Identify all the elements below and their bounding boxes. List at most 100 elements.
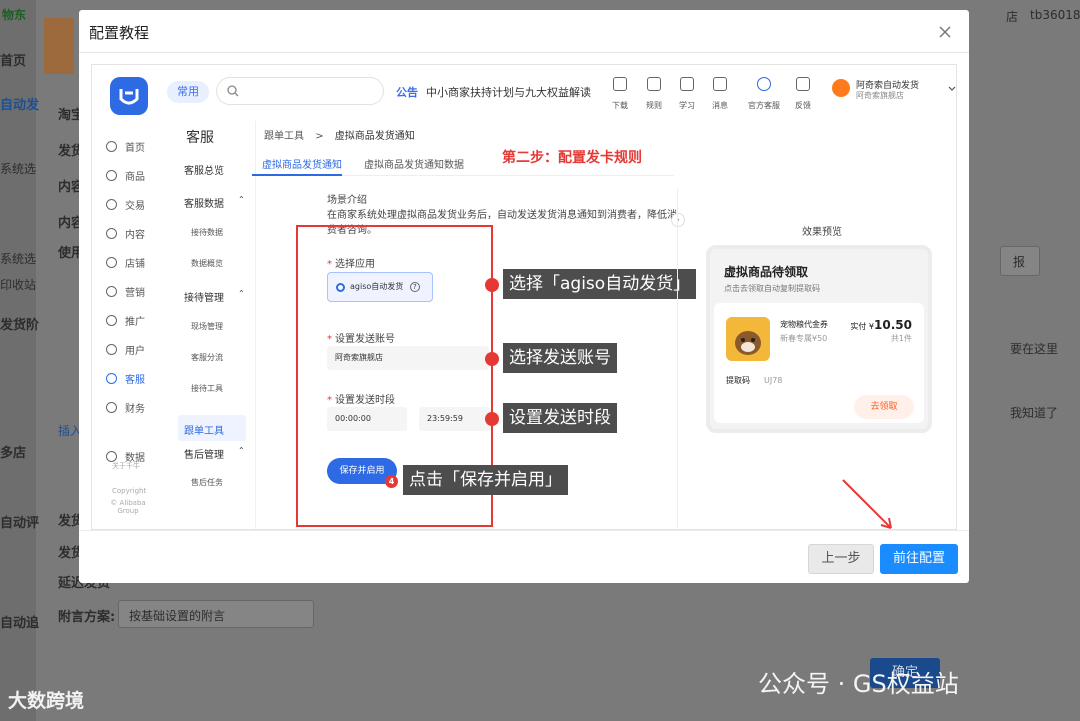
preview-card: 虚拟商品待领取 点击去领取自动复制提取码 宠物粮代金券 新春专属¥50 实付 ¥… bbox=[706, 245, 932, 433]
search-icon bbox=[227, 85, 239, 97]
support-label: 官方客服 bbox=[748, 101, 780, 110]
bg-right-text: 我知道了 bbox=[1010, 406, 1059, 420]
nav-promotion[interactable]: 推广 bbox=[106, 313, 145, 328]
search-input[interactable] bbox=[216, 77, 384, 105]
nav-trade[interactable]: 交易 bbox=[106, 197, 145, 212]
sub-item[interactable]: 数据概览 bbox=[191, 258, 223, 269]
download-icon bbox=[613, 77, 627, 91]
close-icon[interactable] bbox=[937, 24, 953, 40]
shop-avatar[interactable] bbox=[832, 79, 850, 97]
bg-attach-select-value: 按基础设置的附言 bbox=[129, 609, 226, 623]
code-label: 提取码 bbox=[726, 376, 750, 385]
sub-item[interactable]: 现场管理 bbox=[191, 321, 223, 332]
bg-attach-select: 按基础设置的附言 bbox=[118, 600, 314, 628]
annotation-dot bbox=[485, 412, 499, 426]
bg-left-item: 多店 bbox=[0, 446, 27, 461]
chevron-up-icon[interactable]: ⌃ bbox=[238, 195, 245, 204]
sub-item[interactable]: 接待工具 bbox=[191, 383, 223, 394]
bg-left-item: 自动追 bbox=[0, 616, 40, 631]
callout-save: 点击「保存并启用」 bbox=[403, 465, 568, 495]
sub-item[interactable]: 售后任务 bbox=[191, 477, 223, 488]
nav-user[interactable]: 用户 bbox=[106, 342, 145, 357]
chevron-up-icon[interactable]: ⌃ bbox=[238, 289, 245, 298]
annotation-dot bbox=[485, 352, 499, 366]
code-value: UJ78 bbox=[764, 376, 783, 385]
bg-left-item: 印收站 bbox=[0, 278, 37, 292]
bg-left-item: 自动发 bbox=[0, 98, 40, 113]
step-annotation: 第二步：配置发卡规则 bbox=[502, 150, 642, 166]
sub-item-active[interactable]: 跟单工具 bbox=[184, 422, 224, 437]
sub-group-aftersale[interactable]: 售后管理 bbox=[184, 446, 224, 461]
breadcrumb-root[interactable]: 跟单工具 bbox=[264, 131, 304, 142]
item-subtitle: 新春专属¥50 bbox=[780, 334, 828, 343]
bg-right-box: 报 bbox=[1000, 246, 1040, 276]
nav-goods[interactable]: 商品 bbox=[106, 168, 145, 183]
nav-customer-service[interactable]: 客服 bbox=[106, 371, 145, 386]
rules-button[interactable]: 规则 bbox=[639, 77, 669, 112]
bg-attach-label: 附言方案: bbox=[58, 610, 116, 625]
bg-right-text: 要在这里 bbox=[1010, 342, 1059, 356]
watermark-left: 大数跨境 bbox=[8, 690, 85, 712]
learn-button[interactable]: 学习 bbox=[672, 77, 702, 112]
nav-label: 营销 bbox=[125, 288, 145, 299]
feedback-button[interactable]: 反馈 bbox=[788, 77, 818, 112]
headset-icon bbox=[106, 373, 117, 384]
bg-left-item: 系统选 bbox=[0, 252, 37, 266]
tab-notice[interactable]: 虚拟商品发货通知 bbox=[262, 156, 342, 171]
bg-top-left: 物东 bbox=[2, 8, 27, 22]
tutorial-screenshot: 常用 公告 中小商家扶持计划与九大权益解读 下载 规则 学习 消息 官方客服 反… bbox=[91, 64, 957, 530]
chevron-up-icon[interactable]: ⌃ bbox=[238, 446, 245, 455]
nav-home[interactable]: 首页 bbox=[106, 139, 145, 154]
modal-title: 配置教程 bbox=[89, 24, 150, 42]
sub-item[interactable]: 客服分流 bbox=[191, 352, 223, 363]
config-tutorial-modal: 配置教程 常用 公告 中小商家扶持计划与九大权益解读 下载 规则 学习 消息 官… bbox=[79, 10, 969, 583]
watermark-right: 公众号 · GS权益站 bbox=[758, 670, 959, 698]
nav-label: 用户 bbox=[125, 346, 145, 357]
pet-image bbox=[726, 317, 770, 361]
frequent-tag[interactable]: 常用 bbox=[167, 81, 209, 103]
notice-text[interactable]: 中小商家扶持计划与九大权益解读 bbox=[426, 84, 591, 100]
about-link[interactable]: 关于千牛 bbox=[112, 461, 140, 471]
nav-store[interactable]: 店铺 bbox=[106, 255, 145, 270]
chevron-right-icon[interactable]: › bbox=[671, 213, 685, 227]
item-price: 实付 ¥10.50 bbox=[850, 318, 912, 332]
promotion-icon bbox=[106, 315, 117, 326]
claim-button[interactable]: 去领取 bbox=[854, 395, 914, 419]
bg-right-text: 报 bbox=[1013, 255, 1026, 269]
modal-header-divider bbox=[79, 52, 969, 53]
prev-step-button[interactable]: 上一步 bbox=[808, 544, 874, 574]
bg-top-right-user: tb360184 bbox=[1030, 8, 1080, 22]
card-subtitle: 点击去领取自动复制提取码 bbox=[724, 284, 820, 293]
card-title: 虚拟商品待领取 bbox=[724, 265, 809, 279]
nav-finance[interactable]: 财务 bbox=[106, 400, 145, 415]
sub-group-data[interactable]: 客服数据 bbox=[184, 195, 224, 210]
tab-active-underline bbox=[252, 174, 342, 176]
goods-icon bbox=[106, 170, 117, 181]
card-body: 宠物粮代金券 新春专属¥50 实付 ¥10.50 共1件 提取码 UJ78 去领取 bbox=[714, 303, 924, 423]
bg-left-item: 系统选 bbox=[0, 162, 37, 176]
message-button[interactable]: 消息 bbox=[705, 77, 735, 112]
sub-overview[interactable]: 客服总览 bbox=[184, 162, 224, 177]
nav-content[interactable]: 内容 bbox=[106, 226, 145, 241]
sub-group-reception[interactable]: 接待管理 bbox=[184, 289, 224, 304]
content-icon bbox=[106, 228, 117, 239]
download-label: 下载 bbox=[612, 101, 628, 110]
item-title: 宠物粮代金券 bbox=[780, 320, 828, 329]
nav-label: 店铺 bbox=[125, 259, 145, 270]
bg-left-item: 首页 bbox=[0, 54, 27, 69]
go-configure-button[interactable]: 前往配置 bbox=[880, 544, 958, 574]
rules-icon bbox=[647, 77, 661, 91]
download-button[interactable]: 下载 bbox=[605, 77, 635, 112]
sub-item[interactable]: 接待数据 bbox=[191, 227, 223, 238]
chevron-down-icon[interactable] bbox=[948, 85, 956, 93]
sub-heading: 客服 bbox=[186, 130, 214, 146]
tab-notice-data[interactable]: 虚拟商品发货通知数据 bbox=[364, 156, 464, 171]
support-button[interactable]: 官方客服 bbox=[744, 77, 784, 112]
price-prefix: 实付 ¥ bbox=[850, 322, 875, 331]
preview-divider bbox=[677, 189, 678, 529]
nav-marketing[interactable]: 营销 bbox=[106, 284, 145, 299]
code-row: 提取码 UJ78 bbox=[726, 375, 782, 386]
breadcrumb-separator: > bbox=[315, 131, 324, 142]
support-icon bbox=[757, 77, 771, 91]
scene-title: 场景介绍 bbox=[327, 195, 367, 206]
